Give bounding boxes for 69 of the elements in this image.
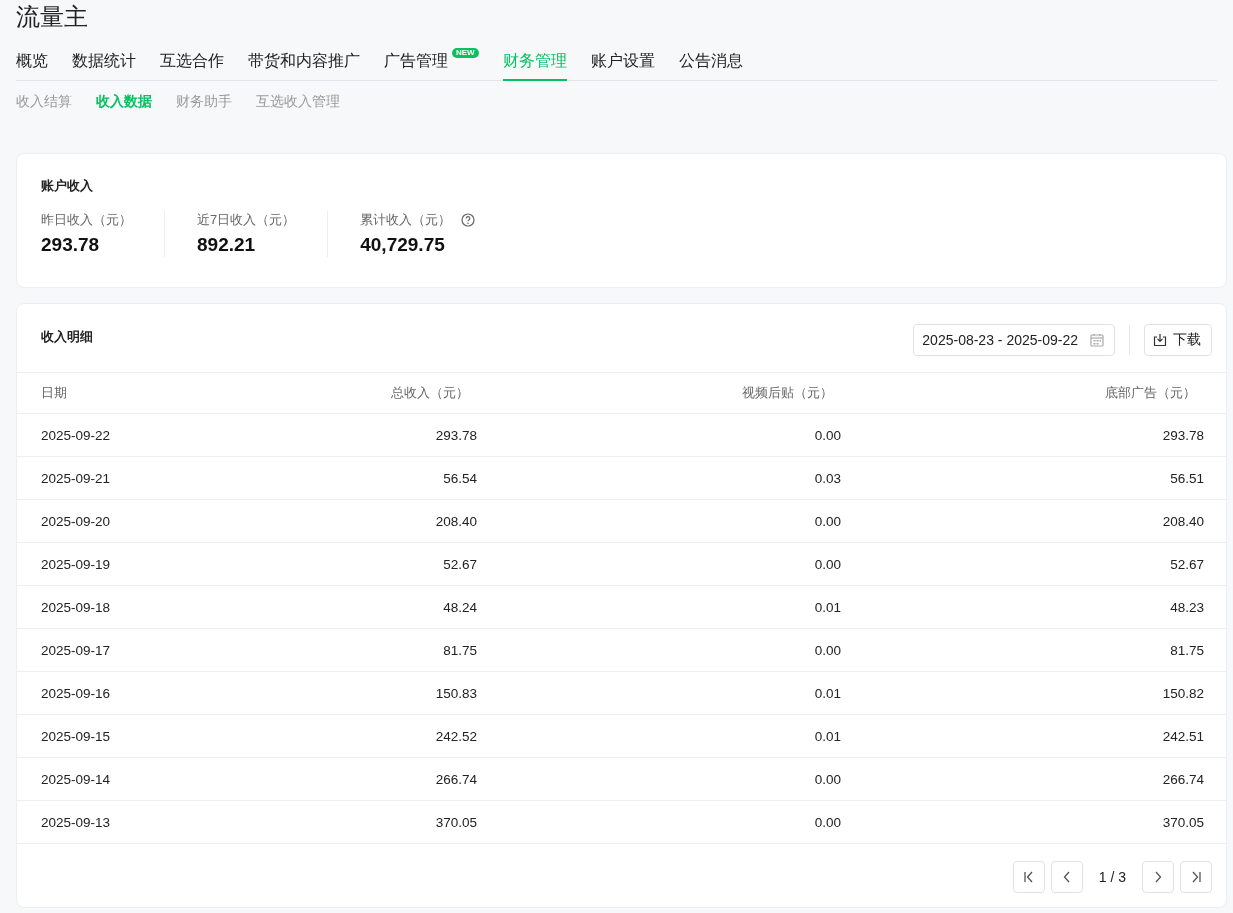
table-cell-text: 150.83: [434, 685, 477, 701]
table-cell-text: 2025-09-19: [41, 556, 112, 572]
nav-tab[interactable]: 带货和内容推广: [248, 50, 360, 81]
column-header: 总收入（元）: [390, 384, 470, 402]
download-button[interactable]: 下载: [1144, 324, 1212, 356]
table-cell-text: 0.01: [813, 599, 841, 615]
table-cell-text: 56.51: [1169, 470, 1204, 486]
table-cell-text: 2025-09-20: [41, 513, 112, 529]
table-cell-text: 266.74: [1161, 771, 1204, 787]
table-cell-text: 0.00: [813, 513, 841, 529]
table-cell-text: 242.51: [1161, 728, 1204, 744]
table-cell-text: 2025-09-18: [41, 599, 112, 615]
stat-value: 293.78: [41, 233, 101, 257]
new-badge: NEW: [452, 48, 479, 58]
date-range-field[interactable]: 2025-08-23 - 2025-09-22: [913, 324, 1115, 356]
stat-value: 892.21: [197, 233, 257, 257]
table-cell-text: 0.00: [813, 771, 841, 787]
last-page-icon[interactable]: [1180, 861, 1212, 893]
nav-tab[interactable]: 数据统计: [72, 50, 136, 81]
help-icon[interactable]: [461, 213, 476, 227]
stat-value: 40,729.75: [360, 233, 446, 257]
table-cell-text: 370.05: [1161, 814, 1204, 830]
table-cell-text: 81.75: [442, 642, 477, 658]
calendar-icon: [1090, 333, 1104, 347]
stat-label: 近7日收入（元）: [197, 211, 296, 229]
table-cell-text: 2025-09-16: [41, 685, 112, 701]
nav-tab[interactable]: 公告消息: [678, 50, 743, 81]
column-header: 视频后贴（元）: [741, 384, 834, 402]
table-cell-text: 56.54: [442, 470, 477, 486]
table-cell-text: 81.75: [1169, 642, 1204, 658]
table-cell-text: 266.74: [434, 771, 477, 787]
table-cell-text: 150.82: [1161, 685, 1204, 701]
app-title: 流量主: [16, 2, 89, 32]
table-cell-text: 2025-09-22: [41, 427, 112, 443]
nav-tab[interactable]: 概览: [16, 50, 48, 81]
table-cell-text: 0.00: [813, 556, 841, 572]
nav-tab[interactable]: 互选合作: [160, 50, 224, 81]
card-title: 账户收入: [41, 178, 94, 194]
table-cell-text: 293.78: [434, 427, 477, 443]
nav-tab[interactable]: 账户设置: [590, 50, 655, 81]
table-cell-text: 52.67: [442, 556, 477, 572]
column-header: 日期: [41, 384, 68, 402]
stat-label: 累计收入（元）: [360, 211, 452, 229]
table-cell-text: 0.01: [813, 685, 841, 701]
table-cell-text: 0.00: [813, 427, 841, 443]
card-title: 收入明细: [41, 329, 93, 345]
table-cell-text: 370.05: [434, 814, 477, 830]
table-cell-text: 208.40: [434, 513, 477, 529]
table-cell-text: 52.67: [1169, 556, 1204, 572]
table-cell-text: 208.40: [1161, 513, 1204, 529]
table-cell-text: 48.24: [442, 599, 477, 615]
download-icon: [1153, 333, 1167, 347]
table-cell-text: 0.01: [813, 728, 841, 744]
table-cell-text: 2025-09-17: [41, 642, 112, 658]
table-cell-text: 2025-09-15: [41, 728, 112, 744]
table-cell-text: 2025-09-14: [41, 771, 112, 787]
table-cell-text: 2025-09-21: [41, 470, 112, 486]
table-cell-text: 293.78: [1161, 427, 1204, 443]
page-indicator: 1 / 3: [1098, 869, 1126, 885]
table-cell-text: 242.52: [434, 728, 477, 744]
table-cell-text: 0.03: [813, 470, 841, 486]
stat-label: 昨日收入（元）: [41, 211, 132, 229]
table-cell-text: 48.23: [1169, 599, 1204, 615]
table-cell-text: 2025-09-13: [41, 814, 112, 830]
table-cell-text: 0.00: [813, 814, 841, 830]
table-cell-text: 0.00: [813, 642, 841, 658]
first-page-icon[interactable]: [1012, 861, 1045, 893]
column-header: 底部广告（元）: [1104, 384, 1197, 402]
nav-tab[interactable]: 广告管理: [384, 50, 448, 81]
